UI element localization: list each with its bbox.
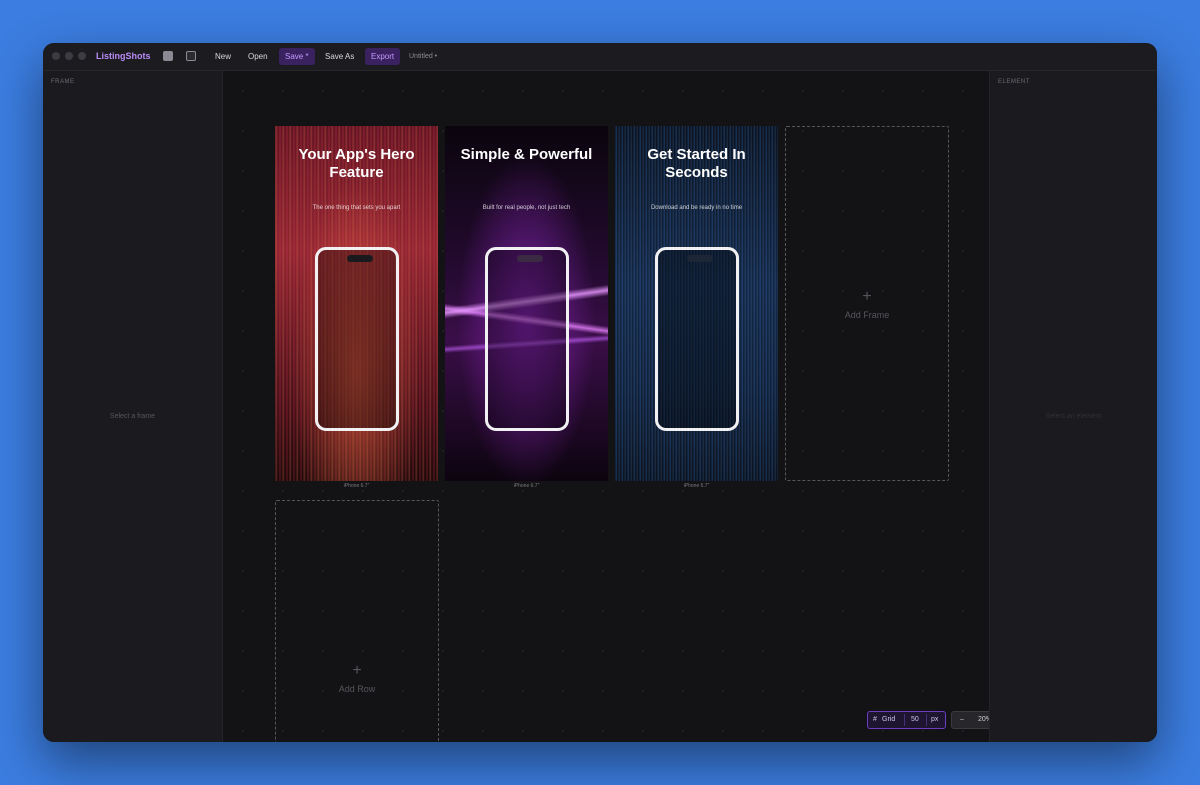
frame-title: Get Started In Seconds	[647, 146, 746, 181]
divider	[904, 714, 905, 726]
element-panel: ELEMENT Select an element	[989, 71, 1157, 742]
plus-icon: +	[352, 662, 362, 679]
frame-title: Your App's Hero Feature	[298, 146, 415, 181]
frame-subtitle: Built for real people, not just tech	[482, 205, 571, 211]
frame-card[interactable]: Get Started In Seconds Download and be r…	[615, 126, 778, 481]
add-row-label: Add Row	[338, 684, 376, 694]
window-icon[interactable]	[163, 51, 173, 61]
phone-notch	[517, 255, 543, 262]
phone-mockup	[315, 247, 399, 431]
minimize-window-icon[interactable]	[65, 52, 73, 60]
frame-panel: FRAME Select a frame	[43, 71, 223, 742]
divider	[926, 714, 927, 726]
phone-mockup	[655, 247, 739, 431]
grid-unit-label: px	[931, 716, 939, 723]
frame-card[interactable]: Your App's Hero Feature The one thing th…	[275, 126, 438, 481]
frame-device-label: iPhone 6.7"	[513, 483, 540, 489]
maximize-window-icon[interactable]	[78, 52, 86, 60]
open-button[interactable]: Open	[242, 48, 274, 65]
phone-notch	[687, 255, 713, 262]
frame-card[interactable]: Simple & Powerful Built for real people,…	[445, 126, 608, 481]
export-button[interactable]: Export	[365, 48, 401, 65]
app-brand: ListingShots	[96, 51, 151, 61]
grid-control[interactable]: # Grid 50 px	[867, 711, 946, 729]
app-window: ListingShots New Open Save * Save As Exp…	[43, 43, 1157, 742]
grid-toggle[interactable]: Grid	[882, 716, 895, 723]
element-panel-empty-text: Select an element	[1045, 413, 1102, 420]
add-row-button[interactable]: + Add Row	[275, 500, 439, 742]
frame-panel-empty-text: Select a frame	[109, 413, 156, 420]
element-panel-title: ELEMENT	[998, 79, 1030, 85]
save-button[interactable]: Save *	[279, 48, 315, 65]
add-frame-label: Add Frame	[844, 310, 890, 320]
grid-icon: #	[873, 716, 877, 723]
phone-notch	[347, 255, 373, 262]
canvas[interactable]: Your App's Hero Feature The one thing th…	[223, 71, 1022, 742]
frame-subtitle: Download and be ready in no time	[650, 205, 743, 211]
frame-device-label: iPhone 6.7"	[683, 483, 710, 489]
document-name[interactable]: Untitled •	[409, 53, 437, 60]
frame-device-label: iPhone 6.7"	[343, 483, 370, 489]
save-as-button[interactable]: Save As	[319, 48, 360, 65]
add-frame-button[interactable]: + Add Frame	[785, 126, 949, 481]
zoom-out-button[interactable]: –	[960, 716, 964, 723]
close-window-icon[interactable]	[52, 52, 60, 60]
frame-title: Simple & Powerful	[460, 146, 593, 163]
frame-subtitle: The one thing that sets you apart	[312, 205, 401, 211]
new-button[interactable]: New	[209, 48, 237, 65]
grid-size-input[interactable]: 50	[911, 716, 919, 723]
title-bar: ListingShots New Open Save * Save As Exp…	[43, 43, 1157, 71]
frame-panel-title: FRAME	[51, 79, 75, 85]
phone-mockup	[485, 247, 569, 431]
plus-icon: +	[862, 288, 872, 305]
device-icon[interactable]	[186, 51, 196, 61]
